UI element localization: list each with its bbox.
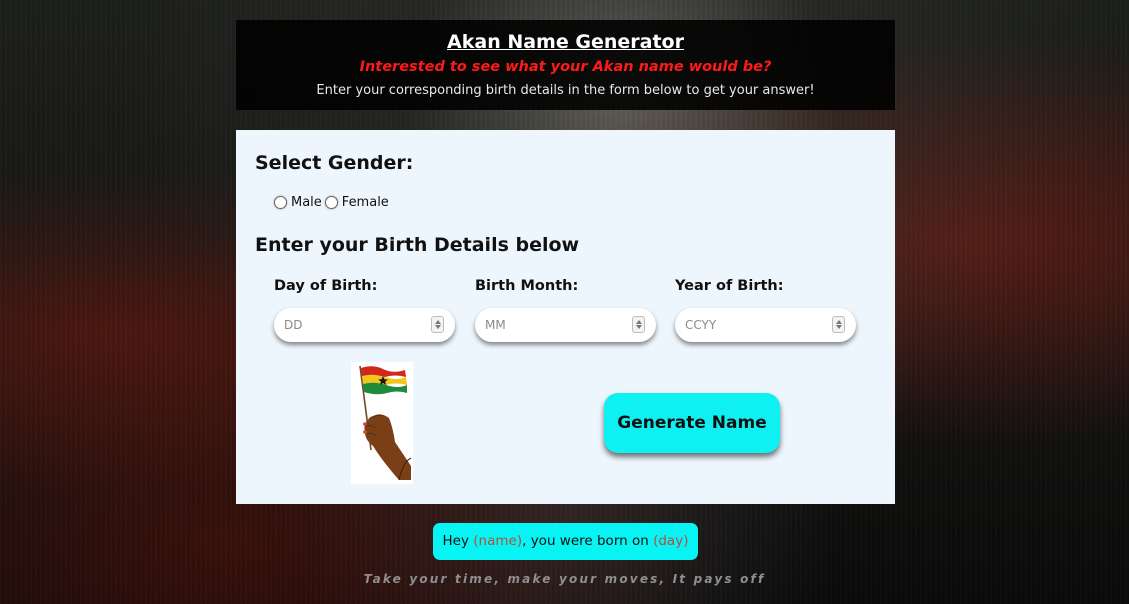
birth-details-heading: Enter your Birth Details below: [255, 234, 580, 256]
day-of-birth-label: Day of Birth:: [274, 278, 378, 294]
male-radio[interactable]: [274, 196, 287, 209]
result-message: Hey (name), you were born on (day): [433, 523, 698, 560]
male-radio-label[interactable]: Male: [291, 195, 322, 210]
day-placeholder: DD: [284, 318, 303, 332]
month-spinner[interactable]: [632, 316, 645, 333]
gender-options: Male Female: [274, 195, 392, 210]
year-placeholder: CCYY: [685, 318, 717, 332]
generate-name-button[interactable]: Generate Name: [604, 393, 780, 453]
year-of-birth-input[interactable]: CCYY: [675, 308, 856, 342]
result-day-placeholder: (day): [653, 533, 689, 549]
day-of-birth-input[interactable]: DD: [274, 308, 455, 342]
result-middle: , you were born on: [522, 533, 654, 549]
footer-quote: Take your time, make your moves, It pays…: [363, 572, 766, 586]
page-instructions: Enter your corresponding birth details i…: [316, 83, 815, 98]
birth-month-input[interactable]: MM: [475, 308, 656, 342]
result-name-placeholder: (name): [473, 533, 523, 549]
day-spinner[interactable]: [431, 316, 444, 333]
ghana-flag-icon: [359, 365, 412, 481]
year-of-birth-label: Year of Birth:: [675, 278, 784, 294]
gender-heading: Select Gender:: [255, 152, 414, 174]
female-radio[interactable]: [324, 196, 338, 209]
result-prefix: Hey: [442, 533, 474, 549]
birth-month-label: Birth Month:: [475, 278, 579, 294]
page-subtitle: Interested to see what your Akan name wo…: [359, 59, 772, 75]
month-placeholder: MM: [485, 318, 506, 332]
female-radio-label[interactable]: Female: [342, 195, 389, 210]
page-title: Akan Name Generator: [447, 31, 684, 53]
ghana-flag-in-hand-image: [351, 362, 413, 484]
year-spinner[interactable]: [832, 316, 845, 333]
page-header: Akan Name Generator Interested to see wh…: [236, 20, 895, 110]
birth-details-form: Select Gender: Male Female Enter your Bi…: [236, 130, 895, 504]
